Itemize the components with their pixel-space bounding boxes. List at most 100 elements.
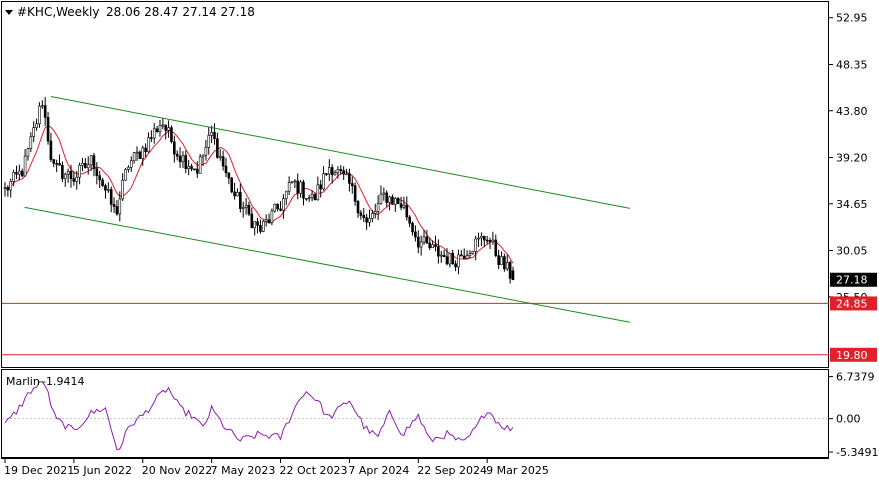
candle-body (468, 253, 472, 256)
price-axis-label: 30.05 (836, 245, 868, 258)
candle-body (485, 239, 489, 242)
candle-body (313, 193, 317, 201)
candle-body (488, 240, 492, 243)
candle-body (279, 208, 282, 211)
candle-body (41, 105, 44, 107)
symbol-menu-triangle-icon[interactable] (5, 10, 13, 15)
candle-body (402, 204, 406, 208)
candle-body (3, 187, 7, 189)
candle-body (416, 236, 420, 248)
candle-body (474, 238, 477, 252)
candle-body (282, 198, 285, 211)
candle-body (221, 156, 225, 167)
channel-line-lower[interactable] (24, 206, 630, 323)
ohlc-readout: 28.06 28.47 27.14 27.18 (106, 5, 255, 19)
candle-body (310, 193, 314, 198)
candle-body (296, 180, 300, 194)
candle-body (434, 244, 437, 247)
candle-body (457, 254, 460, 268)
indicator-axis-label: 6.7379 (836, 371, 875, 384)
candle-body (144, 147, 147, 152)
candle-body (497, 255, 500, 265)
candle-body (419, 241, 423, 248)
candle-body (147, 137, 150, 152)
candle-body (55, 163, 58, 165)
level-badge-label: 24.85 (836, 297, 868, 310)
candle-body (462, 255, 466, 259)
candle-body (81, 162, 84, 166)
candle-body (207, 135, 211, 148)
candle-body (124, 169, 127, 181)
candle-body (98, 175, 102, 181)
candle-body (23, 155, 27, 177)
candle-body (508, 262, 512, 279)
candle-body (181, 155, 185, 163)
candle-body (480, 235, 483, 239)
symbol-label[interactable]: #KHC,Weekly (17, 5, 99, 19)
candle-body (408, 216, 411, 224)
candle-body (107, 189, 110, 191)
candle-body (267, 219, 271, 224)
candle-body (362, 215, 366, 218)
candle-body (95, 168, 99, 177)
candle-body (451, 253, 455, 265)
candle-body (247, 204, 251, 215)
candle-body (135, 151, 139, 154)
candle-body (491, 239, 495, 243)
candle-body (213, 132, 216, 139)
candle-body (216, 138, 219, 158)
time-axis-label: 7 May 2023 (211, 464, 276, 477)
candle-body (422, 236, 426, 243)
candle-body (356, 201, 360, 214)
candle-body (373, 211, 377, 214)
price-axis-label: 39.20 (836, 152, 868, 165)
current-price-label: 27.18 (836, 274, 868, 287)
candle-body (284, 190, 288, 199)
candle-body (431, 244, 434, 249)
candle-body (511, 270, 515, 281)
candle-body (184, 155, 188, 169)
candle-body (365, 217, 368, 223)
candle-body (382, 192, 386, 195)
time-axis-label: 20 Nov 2022 (142, 464, 212, 477)
candle-body (127, 167, 130, 170)
candle-body (368, 217, 371, 223)
candle-body (353, 185, 357, 202)
candle-body (299, 181, 302, 194)
candle-body (411, 222, 414, 233)
candle-body (15, 171, 18, 175)
moving-average-line (4, 125, 514, 264)
time-axis-label: 9 Mar 2025 (486, 464, 549, 477)
candle-body (339, 169, 343, 171)
candle-body (371, 213, 374, 219)
candle-body (342, 170, 345, 175)
candle-body (210, 132, 213, 136)
candle-body (500, 256, 503, 265)
candle-body (348, 173, 351, 184)
candle-body (505, 262, 509, 270)
time-axis-label: 22 Oct 2023 (280, 464, 348, 477)
candle-body (161, 124, 165, 127)
candle-body (152, 128, 156, 139)
candle-body (38, 105, 41, 125)
candle-body (482, 235, 486, 241)
candle-body (218, 156, 222, 158)
candle-body (396, 198, 400, 205)
indicator-axis-label: 0.00 (836, 413, 861, 426)
price-axis-label: 52.95 (836, 12, 868, 25)
candle-body (442, 254, 446, 258)
candle-body (465, 255, 469, 259)
candle-body (322, 173, 325, 190)
candle-body (167, 127, 170, 131)
indicator-value: -1.9414 (42, 375, 84, 388)
candle-body (439, 254, 443, 257)
candle-body (261, 220, 265, 232)
candle-body (138, 151, 142, 159)
candle-body (89, 155, 93, 166)
candle-body (253, 221, 256, 229)
candle-body (20, 170, 24, 177)
candle-body (204, 147, 208, 156)
candle-body (101, 179, 104, 186)
candle-body (345, 173, 348, 176)
candle-body (302, 181, 305, 199)
